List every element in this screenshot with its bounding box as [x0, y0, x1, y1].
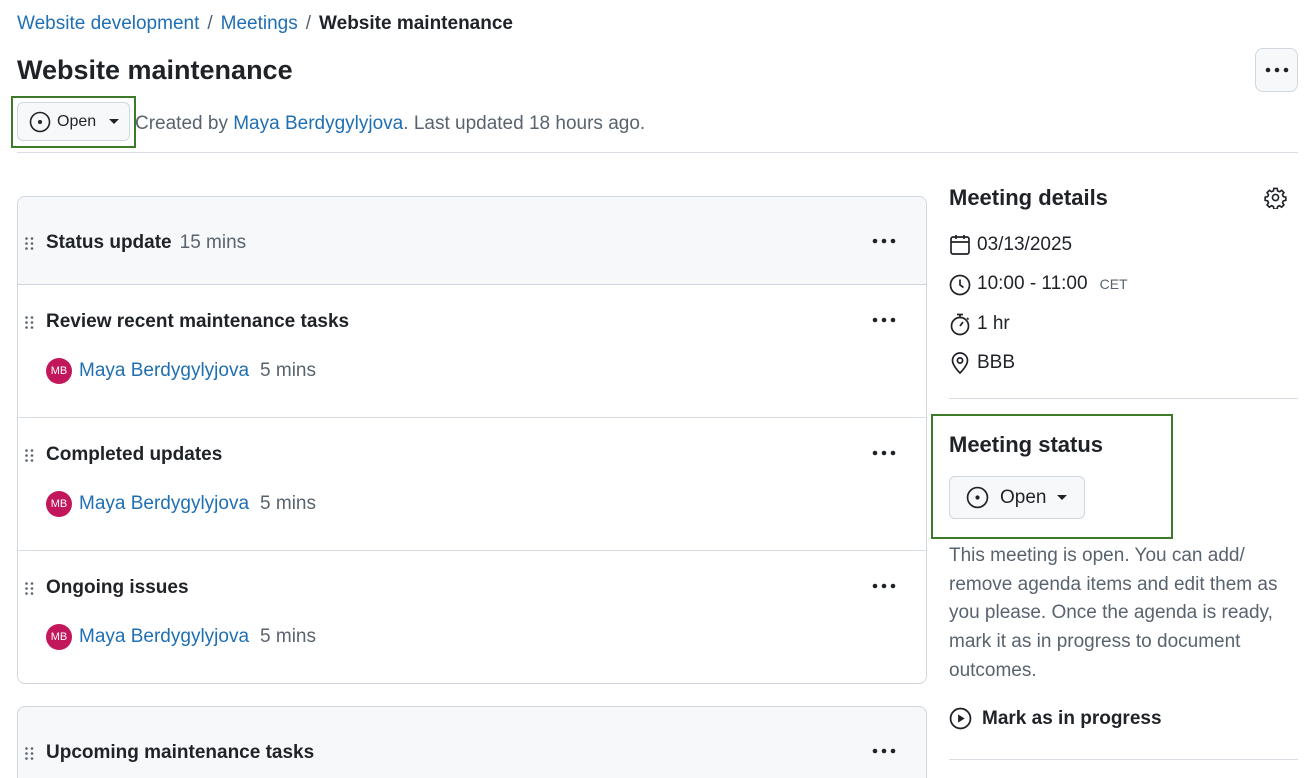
breadcrumb-link-meetings[interactable]: Meetings	[221, 13, 298, 35]
caret-down-icon	[1057, 495, 1068, 500]
agenda-item-title: Completed updates	[46, 444, 223, 465]
breadcrumb: Website development / Meetings / Website…	[17, 13, 513, 35]
author-link[interactable]: Maya Berdygylyjova	[233, 113, 403, 134]
caret-down-icon	[109, 119, 120, 124]
status-open-icon	[29, 111, 51, 132]
meeting-location: BBB	[949, 351, 1015, 375]
created-prefix: Created by	[135, 113, 228, 134]
breadcrumb-separator: /	[305, 13, 312, 34]
sidebar-divider	[949, 759, 1298, 760]
agenda-section: Status update 15 mins	[18, 197, 926, 285]
drag-handle-icon[interactable]	[25, 582, 34, 595]
meeting-duration: 1 hr	[949, 312, 1010, 336]
agenda-item-title: Ongoing issues	[46, 577, 189, 598]
avatar: MB	[46, 358, 72, 384]
avatar: MB	[46, 624, 72, 650]
agenda-list: Status update 15 mins Review recent maint…	[17, 196, 927, 684]
owner-link[interactable]: Maya Berdygylyjova	[79, 360, 249, 382]
more-icon[interactable]	[872, 450, 896, 456]
owner-link[interactable]: Maya Berdygylyjova	[79, 626, 249, 648]
time-value: 10:00 - 11:00	[977, 273, 1088, 294]
agenda-item-title: Review recent maintenance tasks	[46, 311, 350, 332]
meeting-details-title: Meeting details	[949, 185, 1108, 210]
drag-handle-icon[interactable]	[25, 237, 34, 250]
section-title: Upcoming maintenance tasks	[46, 742, 315, 763]
avatar: MB	[46, 491, 72, 517]
updated-text: . Last updated 18 hours ago.	[403, 113, 646, 134]
status-description: This meeting is open. You can add/ remov…	[949, 545, 1278, 681]
more-icon	[1265, 67, 1288, 73]
breadcrumb-current: Website maintenance	[319, 13, 513, 34]
stopwatch-icon	[950, 313, 970, 336]
location-pin-icon	[951, 352, 969, 375]
gear-icon[interactable]	[1264, 186, 1287, 209]
breadcrumb-link-website-development[interactable]: Website development	[17, 13, 199, 35]
agenda-item: Completed updates MB Maya Berdygylyjova …	[18, 418, 926, 551]
sidebar-divider	[949, 398, 1298, 399]
more-icon[interactable]	[872, 748, 896, 754]
owner-link[interactable]: Maya Berdygylyjova	[79, 493, 249, 515]
drag-handle-icon[interactable]	[25, 747, 34, 760]
created-info: Created by Maya Berdygylyjova. Last upda…	[135, 113, 645, 135]
agenda-section: Upcoming maintenance tasks	[17, 706, 927, 778]
section-duration: 15 mins	[179, 232, 247, 253]
more-actions-button[interactable]	[1255, 48, 1298, 92]
agenda-item-duration: 5 mins	[260, 360, 316, 381]
timezone: CET	[1099, 276, 1128, 292]
more-icon[interactable]	[872, 317, 896, 323]
agenda-item-duration: 5 mins	[260, 626, 316, 647]
more-icon[interactable]	[872, 583, 896, 589]
agenda-item-owner: MB Maya Berdygylyjova 5 mins	[46, 491, 316, 517]
calendar-icon	[950, 235, 970, 255]
mark-in-progress-button[interactable]: Mark as in progress	[949, 707, 1162, 730]
meeting-time: 10:00 - 11:00 CET	[949, 272, 1128, 296]
mark-in-progress-label: Mark as in progress	[982, 707, 1162, 729]
agenda-item: Ongoing issues MB Maya Berdygylyjova 5 m…	[18, 551, 926, 683]
page-title: Website maintenance	[17, 55, 293, 85]
agenda-item-owner: MB Maya Berdygylyjova 5 mins	[46, 358, 316, 384]
agenda-item-owner: MB Maya Berdygylyjova 5 mins	[46, 624, 316, 650]
location-value: BBB	[977, 352, 1016, 373]
duration-value: 1 hr	[977, 313, 1010, 334]
header-divider	[17, 152, 1298, 153]
more-icon[interactable]	[872, 238, 896, 244]
status-label: Open	[1000, 486, 1047, 508]
meeting-status-title: Meeting status	[949, 432, 1104, 457]
status-open-icon	[966, 486, 989, 509]
agenda-item: Review recent maintenance tasks MB Maya …	[18, 285, 926, 418]
date-value: 03/13/2025	[977, 234, 1073, 255]
agenda-item-duration: 5 mins	[260, 493, 316, 514]
section-title: Status update 15 mins	[46, 232, 246, 254]
status-dropdown-button[interactable]: Open	[949, 476, 1085, 519]
clock-icon	[949, 274, 971, 296]
section-title-text: Status update	[46, 232, 172, 253]
status-label: Open	[57, 112, 97, 130]
breadcrumb-separator: /	[207, 13, 213, 34]
status-dropdown-button[interactable]: Open	[17, 102, 130, 141]
play-circle-icon	[949, 707, 972, 730]
meeting-date: 03/13/2025	[949, 233, 1072, 257]
drag-handle-icon[interactable]	[25, 449, 34, 462]
drag-handle-icon[interactable]	[25, 316, 34, 329]
